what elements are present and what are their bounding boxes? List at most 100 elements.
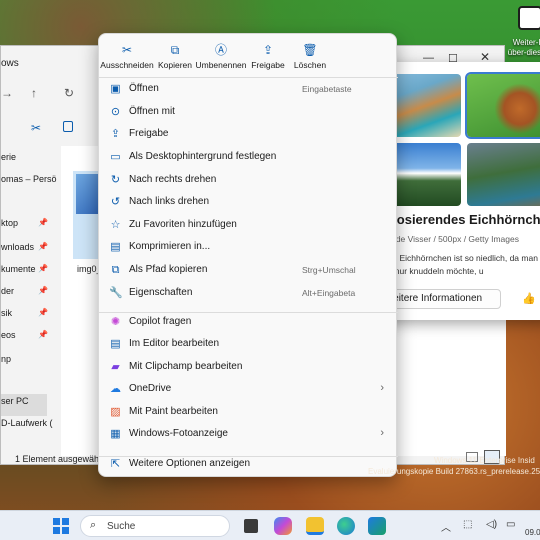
zip-icon: ▤ [110,241,121,253]
volume-icon[interactable]: ◁) [486,519,497,530]
desktop-shortcut-icon[interactable] [518,6,540,30]
menu-item-label: Als Desktophintergrund festlegen [129,151,277,162]
search-label: Suche [107,521,136,532]
menu-item[interactable]: ▤ Komprimieren in... [103,237,394,258]
tray-overflow-icon[interactable]: ︿ [441,519,451,534]
spotlight-thumbnail-valley[interactable] [467,143,540,206]
menu-item-shortcut: Strg+Umschal [302,265,356,275]
menu-separator [99,77,398,78]
menu-item-label: Zu Favoriten hinzufügen [129,219,237,230]
sidebar-item[interactable]: wnloads [1,242,34,252]
chevron-right-icon: › [380,382,384,394]
menu-item-label: Weitere Optionen anzeigen [129,458,251,469]
share-icon: ⇪ [110,128,121,140]
network-icon[interactable]: ⬚ [463,519,472,530]
menu-item-label: Öffnen mit [129,106,175,117]
pin-icon: 📌 [38,308,48,317]
spotlight-thumbnail-squirrel[interactable] [465,72,540,139]
quick-action-label: Löschen [293,60,327,70]
delete-icon: 🗑 [302,43,318,57]
open-with-icon: ⊙ [110,106,121,118]
menu-item-label: Nach rechts drehen [129,174,217,185]
context-menu: ✂ Ausschneiden ⧉ Kopieren Ⓐ Umbenennen ⇪ Freiga… [98,33,398,478]
image-icon: ▣ [110,83,121,95]
desktop-background-icon: ▭ [110,151,121,163]
thumbs-up-icon[interactable]: 👍 [522,292,536,305]
copilot-app-icon[interactable] [274,517,292,535]
menu-item[interactable]: ☆ Zu Favoriten hinzufügen [103,215,394,236]
menu-item[interactable]: ☁ OneDrive › [103,379,394,400]
paint-icon: ▨ [110,406,121,418]
copy-path-icon: ⧉ [111,264,120,276]
status-bar-text: 1 Element ausgewählt [15,454,104,464]
sidebar-item[interactable]: omas – Persö [1,174,57,184]
cut-icon[interactable]: ✂ [31,121,41,135]
desktop-shortcut-label[interactable]: Weiter-Inf über-diesem [505,38,540,58]
file-explorer-app-icon[interactable] [306,517,324,535]
search-icon: ⌕ [90,519,97,531]
windows-start-icon[interactable] [53,518,69,534]
menu-item[interactable]: ⇱ Weitere Optionen anzeigen [103,454,394,475]
watermark-edition: Windows 11 Enterprise Insid [434,456,535,465]
sidebar-item[interactable]: np [1,354,11,364]
menu-item-label: Freigabe [129,128,169,139]
more-options-icon: ⇱ [110,458,121,470]
menu-item-label: Öffnen [129,83,159,94]
menu-item[interactable]: ↺ Nach links drehen [103,192,394,213]
pin-icon: 📌 [38,264,48,273]
editor-icon: ▤ [110,338,121,350]
window-title: ows [1,58,19,69]
menu-item[interactable]: ⇪ Freigabe [103,124,394,145]
battery-icon[interactable]: ▭ [506,519,515,530]
menu-item-label: Im Editor bearbeiten [129,338,220,349]
menu-item-label: Windows-Fotoanzeige [129,428,228,439]
wrench-icon: 🔧 [109,287,123,299]
taskbar-search-box[interactable]: ⌕ Suche [80,515,230,537]
taskbar: ⌕ Suche ︿ ⬚ ◁) ▭ 09.0 [0,510,540,540]
pin-icon: 📌 [38,330,48,339]
pin-icon: 📌 [38,286,48,295]
menu-item-shortcut: Alt+Eingabeta [302,288,356,298]
menu-item[interactable]: ▭ Als Desktophintergrund festlegen [103,147,394,168]
menu-item[interactable]: ⧉ Als Pfad kopieren Strg+Umschal [103,260,394,281]
chevron-right-icon: › [380,427,384,439]
sidebar-item[interactable]: der [1,286,14,296]
edge-app-icon[interactable] [337,517,355,535]
menu-item[interactable]: ▨ Mit Paint bearbeiten [103,402,394,423]
menu-item[interactable]: ▦ Windows-Fotoanzeige › [103,424,394,445]
sidebar-item[interactable]: kumente [1,264,36,274]
watermark-build: Evaluierungskopie Build 27863.rs_prerele… [368,467,540,476]
menu-item[interactable]: 🔧 Eigenschaften Alt+Eingabeta [103,283,394,304]
pin-icon: 📌 [38,242,48,251]
copy-icon[interactable] [63,121,73,132]
quick-action-löschen[interactable]: 🗑 Löschen [281,40,339,70]
back-icon[interactable]: → [1,86,13,100]
menu-item-label: Mit Paint bearbeiten [129,406,218,417]
rotate-right-icon: ↻ [110,174,121,186]
menu-item[interactable]: ↻ Nach rechts drehen [103,170,394,191]
menu-item-shortcut: Eingabetaste [302,84,352,94]
up-icon[interactable]: ↑ [31,86,37,100]
sidebar-item[interactable]: D-Laufwerk ( [1,418,53,428]
sidebar-item[interactable]: eos [1,330,16,340]
onedrive-icon: ☁ [110,383,121,395]
context-menu-body: ✂ Ausschneiden ⧉ Kopieren Ⓐ Umbenennen ⇪ Freiga… [99,34,398,478]
menu-item[interactable]: ⊙ Öffnen mit [103,102,394,123]
menu-item[interactable]: ▰ Mit Clipchamp bearbeiten [103,357,394,378]
refresh-icon[interactable]: ↻ [64,86,74,100]
sidebar-item[interactable]: sik [1,308,12,318]
menu-item-label: Mit Clipchamp bearbeiten [129,361,243,372]
sidebar-item[interactable]: erie [1,152,16,162]
menu-item[interactable]: ✺ Copilot fragen [103,312,394,333]
menu-item[interactable]: ▣ Öffnen Eingabetaste [103,79,394,100]
clock-date[interactable]: 09.0 [525,528,540,537]
task-view-icon[interactable] [244,519,258,533]
star-icon: ☆ [110,219,121,231]
menu-item-label: Komprimieren in... [129,241,211,252]
menu-item[interactable]: ▤ Im Editor bearbeiten [103,334,394,355]
menu-item-label: OneDrive [129,383,172,394]
sidebar-item[interactable]: ser PC [1,396,29,406]
store-app-icon[interactable] [368,517,386,535]
menu-item-label: Eigenschaften [129,287,193,298]
sidebar-item[interactable]: ktop [1,218,18,228]
